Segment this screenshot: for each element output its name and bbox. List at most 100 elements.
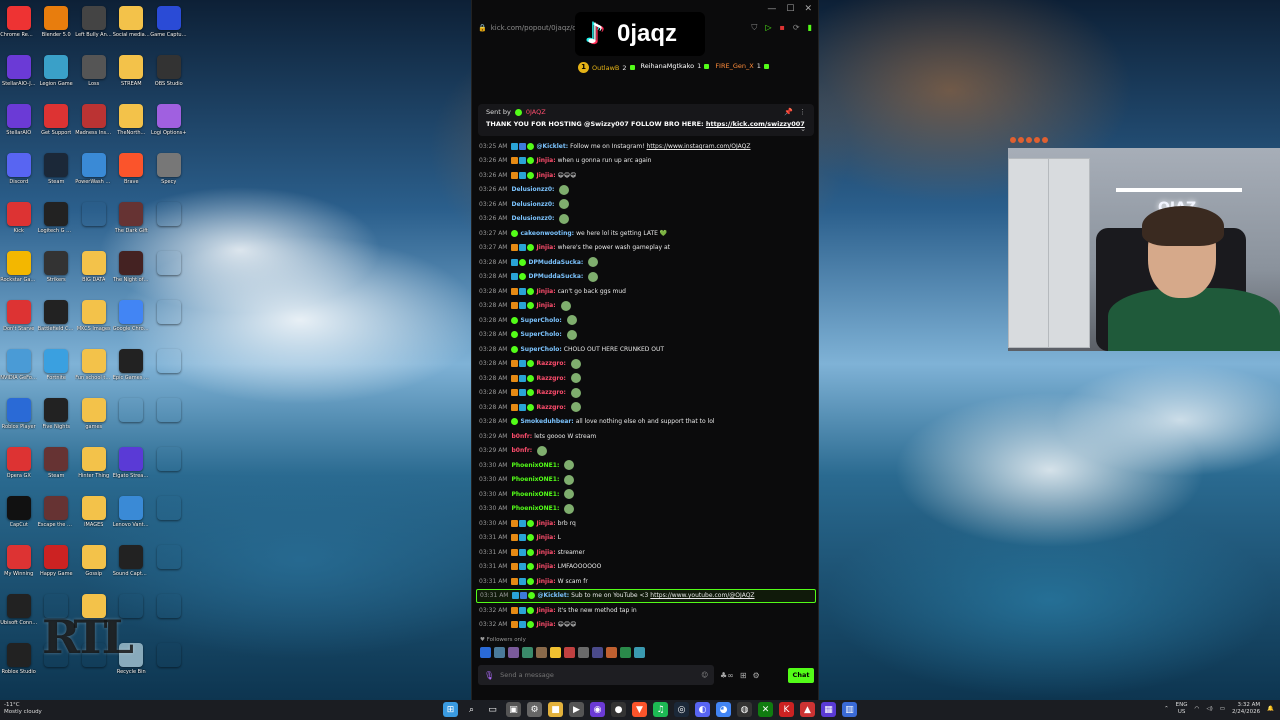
- desktop-icon[interactable]: The Dark Gift: [113, 200, 151, 249]
- chat-message[interactable]: 03:30 AM Jinjia: brb rq: [476, 516, 816, 531]
- brave-icon[interactable]: ▼: [632, 702, 647, 717]
- mic-icon[interactable]: 🎙: [484, 671, 494, 680]
- chat-message[interactable]: 03:28 AM Razzgro:: [476, 400, 816, 415]
- wifi-icon[interactable]: ◠: [1195, 706, 1200, 712]
- message-username[interactable]: cakeonwooting:: [520, 230, 574, 237]
- quick-emote-icon[interactable]: [578, 647, 589, 658]
- xbox-icon[interactable]: ✕: [758, 702, 773, 717]
- message-username[interactable]: Jinjia:: [536, 302, 555, 309]
- desktop-icon[interactable]: BIG DATA: [75, 249, 113, 298]
- message-username[interactable]: PhoenixONE1:: [511, 491, 559, 498]
- quick-emote-icon[interactable]: [480, 647, 491, 658]
- desktop-icon[interactable]: Logitech G HUB: [38, 200, 76, 249]
- folder-icon[interactable]: ■: [548, 702, 563, 717]
- chat-message[interactable]: 03:30 AM PhoenixONE1:: [476, 502, 816, 517]
- chat-message[interactable]: 03:28 AM DPMuddaSucka:: [476, 255, 816, 270]
- message-username[interactable]: Jinjia:: [536, 607, 555, 614]
- desktop-icon[interactable]: Discord: [0, 151, 38, 200]
- battery-icon[interactable]: ▭: [1220, 706, 1225, 712]
- desktop-icon[interactable]: Steam: [38, 445, 76, 494]
- quick-emote-icon[interactable]: [592, 647, 603, 658]
- quick-emote-icon[interactable]: [494, 647, 505, 658]
- desktop-icon[interactable]: Escape the Backrooms: [38, 494, 76, 543]
- shield-icon[interactable]: ⛉: [751, 23, 757, 33]
- tray-chevron-icon[interactable]: ⌃: [1164, 706, 1169, 712]
- message-username[interactable]: Razzgro:: [536, 404, 565, 411]
- sidebar-icon[interactable]: ▮: [808, 23, 812, 33]
- message-username[interactable]: Jinjia:: [536, 534, 555, 541]
- settings-icon[interactable]: ⚙: [527, 702, 542, 717]
- message-username[interactable]: Jinjia:: [536, 157, 555, 164]
- language-indicator[interactable]: ENG US: [1176, 702, 1188, 716]
- chat-send-button[interactable]: Chat: [788, 667, 814, 683]
- emoji-icon[interactable]: ☺: [701, 671, 708, 679]
- chat-message[interactable]: 03:28 AM Razzgro:: [476, 357, 816, 372]
- desktop-icon[interactable]: OBS Studio: [150, 53, 188, 102]
- message-username[interactable]: Jinjia:: [536, 288, 555, 295]
- kick-icon[interactable]: K: [779, 702, 794, 717]
- desktop-icon[interactable]: Opera GX: [0, 445, 38, 494]
- desktop-icon[interactable]: Specy: [150, 151, 188, 200]
- desktop-icon[interactable]: Fortnite: [38, 347, 76, 396]
- chat-message[interactable]: 03:26 AM Delusionzz0:: [476, 197, 816, 212]
- chat-message[interactable]: 03:27 AM Jinjia: where's the power wash ga…: [476, 241, 816, 256]
- message-username[interactable]: Jinjia:: [536, 563, 555, 570]
- desktop-icon[interactable]: Madness Inside: [75, 102, 113, 151]
- stellar-icon[interactable]: ◉: [590, 702, 605, 717]
- desktop-icon[interactable]: Five Nights: [38, 396, 76, 445]
- quick-emote-icon[interactable]: [564, 647, 575, 658]
- gift-icon[interactable]: ⊞: [740, 671, 747, 680]
- message-username[interactable]: SuperCholo:: [520, 317, 561, 324]
- message-username[interactable]: Jinjia:: [536, 549, 555, 556]
- chat-message[interactable]: 03:32 AM Jinjia: it's the new method tap i…: [476, 603, 816, 618]
- notification-icon[interactable]: 🔔: [1267, 706, 1274, 712]
- message-username[interactable]: Smokeduhbear:: [520, 418, 573, 425]
- media-icon[interactable]: ▶: [569, 702, 584, 717]
- chat-message[interactable]: 03:31 AM Jinjia: streamer: [476, 545, 816, 560]
- chrome-icon[interactable]: ◕: [716, 702, 731, 717]
- message-username[interactable]: Jinjia:: [536, 244, 555, 251]
- chat-message[interactable]: 03:28 AM Razzgro:: [476, 371, 816, 386]
- chat-message[interactable]: 03:25 AM @Kicklet: Follow me on Instagram!…: [476, 139, 816, 154]
- maximize-icon[interactable]: ☐: [786, 4, 794, 14]
- desktop-icon[interactable]: Kick: [0, 200, 38, 249]
- desktop-icon[interactable]: Gossip: [75, 543, 113, 592]
- chat-message[interactable]: 03:28 AM Jinjia:: [476, 299, 816, 314]
- message-username[interactable]: b0nfr:: [511, 447, 532, 454]
- desktop-icon[interactable]: Hinter Thing: [75, 445, 113, 494]
- desktop-icon[interactable]: Strikers: [38, 249, 76, 298]
- desktop-icon[interactable]: Lenovo Vantage: [113, 494, 151, 543]
- desktop-icon[interactable]: Roblox Player: [0, 396, 38, 445]
- message-username[interactable]: Jinjia:: [536, 172, 555, 179]
- emote-picker-icon[interactable]: ♣∞: [720, 671, 734, 680]
- desktop-icon[interactable]: CapCut: [0, 494, 38, 543]
- quick-emote-icon[interactable]: [536, 647, 547, 658]
- desktop-icon[interactable]: Google Chrome: [113, 298, 151, 347]
- chat-message[interactable]: 03:26 AM Jinjia: 😄😄😄: [476, 168, 816, 183]
- message-username[interactable]: Jinjia:: [536, 621, 555, 628]
- chat-settings-icon[interactable]: ⚙: [753, 671, 760, 680]
- pinned-sender[interactable]: 0JAQZ: [526, 108, 546, 116]
- desktop-icon[interactable]: Don't Starve: [0, 298, 38, 347]
- chat-input-box[interactable]: 🎙 ☺: [478, 665, 714, 685]
- message-username[interactable]: b0nfr:: [511, 433, 532, 440]
- desktop-icon[interactable]: The Night of the Shadows: [113, 249, 151, 298]
- message-username[interactable]: PhoenixONE1:: [511, 505, 559, 512]
- pin-icon[interactable]: 📌: [784, 108, 793, 116]
- obs-icon[interactable]: ●: [611, 702, 626, 717]
- chat-message[interactable]: 03:30 AM PhoenixONE1:: [476, 473, 816, 488]
- message-link[interactable]: https://www.instagram.com/OJAQZ: [647, 143, 751, 150]
- desktop-icon[interactable]: NVIDIA GeForce: [0, 347, 38, 396]
- volume-icon[interactable]: ◁): [1206, 706, 1212, 712]
- chat-message-list[interactable]: 03:25 AM @Kicklet: Follow me on Instagram!…: [476, 139, 816, 631]
- desktop-icon[interactable]: games: [75, 396, 113, 445]
- desktop-icon[interactable]: Brave: [113, 151, 151, 200]
- steam-icon[interactable]: ◎: [674, 702, 689, 717]
- message-username[interactable]: Razzgro:: [536, 389, 565, 396]
- desktop-icon[interactable]: PowerWash Simulator 2: [75, 151, 113, 200]
- chat-message[interactable]: 03:31 AM Jinjia: W scam fr: [476, 574, 816, 589]
- chat-message[interactable]: 03:26 AM Delusionzz0:: [476, 183, 816, 198]
- camera-icon[interactable]: ◍: [737, 702, 752, 717]
- chat-message[interactable]: 03:29 AM b0nfr: lets goooo W stream: [476, 429, 816, 444]
- desktop-icon[interactable]: Left Bully Angels: [75, 4, 113, 53]
